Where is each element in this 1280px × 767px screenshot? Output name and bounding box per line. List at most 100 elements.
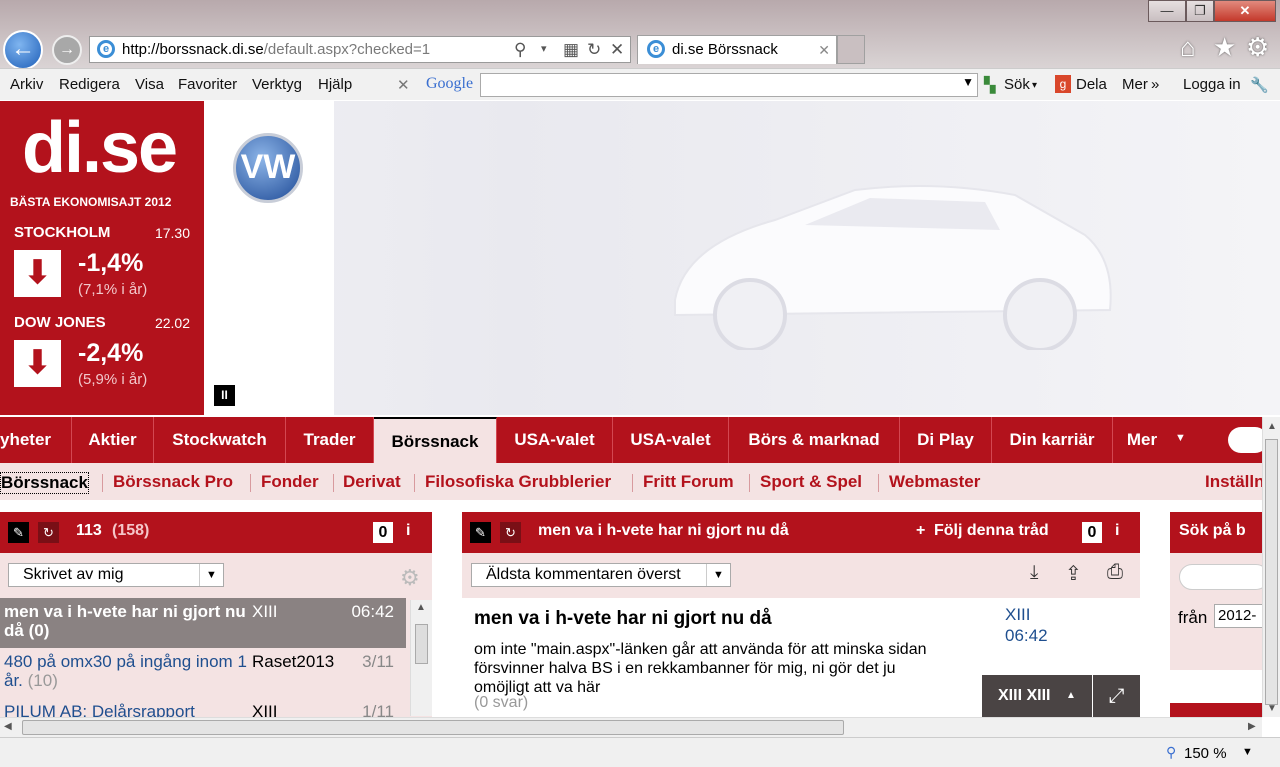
market-name: STOCKHOLM [14, 224, 111, 241]
subnav-fritt-forum[interactable]: Fritt Forum [643, 472, 734, 492]
url-path: /default.aspx?checked=1 [263, 41, 431, 58]
nav-mer-chevron-icon[interactable]: ▼ [1175, 432, 1186, 444]
nav-bors-marknad[interactable]: Börs & marknad [729, 417, 900, 463]
nav-stockwatch[interactable]: Stockwatch [154, 417, 286, 463]
pause-button[interactable]: II [214, 385, 235, 406]
post-author[interactable]: XIII [1005, 605, 1031, 625]
scroll-up-icon[interactable]: ▲ [416, 602, 426, 613]
scroll-up-icon[interactable]: ▲ [1267, 421, 1277, 432]
favorites-star-icon[interactable]: ★ [1213, 32, 1236, 63]
stop-icon[interactable]: ✕ [610, 37, 624, 62]
subnav-borssnack[interactable]: Börssnack [0, 472, 89, 494]
list-item[interactable]: men va i h-vete har ni gjort nu då (0) X… [0, 598, 406, 648]
more-button[interactable]: Mer [1122, 76, 1148, 93]
chevron-down-icon[interactable]: ▼ [962, 75, 974, 89]
user-menu-button[interactable]: XIII XIII ▲ [982, 675, 1092, 717]
sub-navigation: Börssnack Börssnack Pro Fonder Derivat F… [0, 463, 1265, 500]
chevron-down-icon[interactable]: ▼ [706, 564, 730, 586]
share-button[interactable]: Dela [1076, 76, 1107, 93]
vw-logo[interactable]: VW [233, 133, 303, 203]
nav-mer[interactable]: Mer [1113, 417, 1171, 463]
plus-icon[interactable]: + [916, 522, 925, 540]
search-input[interactable] [1179, 564, 1262, 590]
nav-din-karriar[interactable]: Din karriär [992, 417, 1113, 463]
subnav-sport-spel[interactable]: Sport & Spel [760, 472, 862, 492]
gear-icon[interactable]: ⚙ [1246, 32, 1269, 63]
download-icon[interactable]: ⤓ [1030, 562, 1038, 584]
subnav-fonder[interactable]: Fonder [261, 472, 319, 492]
close-window-button[interactable]: ✕ [1214, 0, 1276, 22]
nav-trader[interactable]: Trader [286, 417, 374, 463]
new-tab-button[interactable] [837, 35, 865, 64]
menu-favoriter[interactable]: Favoriter [178, 76, 237, 93]
compatibility-icon[interactable]: ▦ [563, 37, 579, 62]
subnav-borssnack-pro[interactable]: Börssnack Pro [113, 472, 233, 492]
from-date-input[interactable]: 2012- [1214, 604, 1262, 628]
list-item[interactable]: 480 på omx30 på ingång inom 1 år. (10) R… [0, 648, 406, 698]
search-icon[interactable]: ⚲ [514, 37, 526, 62]
scroll-thumb[interactable] [415, 624, 428, 664]
settings-link[interactable]: Inställn [1205, 472, 1265, 492]
scroll-thumb[interactable] [22, 720, 844, 735]
nav-usa-valet-2[interactable]: USA-valet [613, 417, 729, 463]
refresh-icon[interactable]: ↻ [38, 522, 59, 543]
subnav-filosofiska[interactable]: Filosofiska Grubblerier [425, 472, 611, 492]
nav-di-play[interactable]: Di Play [900, 417, 992, 463]
menu-redigera[interactable]: Redigera [59, 76, 120, 93]
scroll-down-icon[interactable]: ▼ [1267, 703, 1277, 714]
page-horizontal-scrollbar[interactable]: ◀ ▶ [0, 717, 1262, 737]
menu-visa[interactable]: Visa [135, 76, 164, 93]
chevron-down-icon[interactable]: ▼ [199, 564, 223, 586]
list-item[interactable]: PILUM AB: Delårsrapport XIII 1/11 [0, 698, 406, 717]
market-change: -2,4% [78, 339, 144, 367]
share-icon[interactable]: ⇪ [1065, 561, 1082, 586]
back-button[interactable]: ← [3, 30, 43, 70]
login-button[interactable]: Logga in [1183, 76, 1241, 93]
di-ticker-panel[interactable]: di.se BÄSTA EKONOMISAJT 2012 STOCKHOLM 1… [0, 101, 204, 415]
pencil-icon[interactable]: ✎ [470, 522, 491, 543]
home-icon[interactable]: ⌂ [1180, 32, 1196, 63]
divider [250, 474, 251, 492]
browser-tab[interactable]: e di.se Börssnack ✕ [637, 35, 837, 64]
forward-button[interactable]: → [52, 35, 82, 65]
search-button[interactable]: Sök [1004, 76, 1030, 93]
address-bar[interactable]: e http://borssnack.di.se/default.aspx?ch… [89, 36, 631, 63]
nav-borssnack[interactable]: Börssnack [374, 417, 497, 463]
google-search-input[interactable]: ▼ [480, 73, 978, 97]
info-icon[interactable]: i [1115, 522, 1119, 540]
maximize-button[interactable]: ❐ [1186, 0, 1214, 22]
scroll-right-icon[interactable]: ▶ [1248, 721, 1256, 732]
thread-list-scrollbar[interactable]: ▲ [410, 600, 432, 716]
subnav-webmaster[interactable]: Webmaster [889, 472, 980, 492]
wrench-icon[interactable]: 🔧 [1250, 76, 1269, 94]
close-toolbar-icon[interactable]: ✕ [397, 76, 410, 94]
nav-usa-valet[interactable]: USA-valet [497, 417, 613, 463]
pencil-icon[interactable]: ✎ [8, 522, 29, 543]
menu-arkiv[interactable]: Arkiv [10, 76, 43, 93]
refresh-icon[interactable]: ↻ [587, 37, 601, 62]
menu-verktyg[interactable]: Verktyg [252, 76, 302, 93]
scroll-thumb[interactable] [1265, 439, 1278, 705]
expand-icon[interactable]: ⤢ [1093, 675, 1140, 717]
gear-icon[interactable]: ⚙ [400, 565, 420, 591]
minimize-button[interactable]: — [1148, 0, 1186, 22]
menu-hjalp[interactable]: Hjälp [318, 76, 352, 93]
search-dropdown-icon[interactable]: ▾ [541, 37, 547, 62]
nav-aktier[interactable]: Aktier [72, 417, 154, 463]
thread-author: XIII [252, 702, 278, 717]
print-icon[interactable]: ⎙ [1107, 561, 1123, 584]
nav-nyheter[interactable]: yheter [0, 417, 72, 463]
zoom-level[interactable]: 150 % [1184, 745, 1227, 762]
subnav-derivat[interactable]: Derivat [343, 472, 401, 492]
info-icon[interactable]: i [406, 522, 410, 540]
search-caret-icon[interactable]: ▾ [1032, 80, 1037, 91]
from-date-value: 2012- [1218, 607, 1257, 624]
zoom-dropdown-icon[interactable]: ▼ [1242, 746, 1253, 758]
scroll-left-icon[interactable]: ◀ [4, 721, 12, 732]
page-vertical-scrollbar[interactable]: ▲ ▼ [1262, 417, 1280, 717]
refresh-icon[interactable]: ↻ [500, 522, 521, 543]
follow-thread-link[interactable]: Följ denna tråd [934, 522, 1049, 540]
thread-filter-select[interactable]: Skrivet av mig ▼ [8, 563, 224, 587]
tab-close-icon[interactable]: ✕ [818, 36, 830, 64]
sort-select[interactable]: Äldsta kommentaren överst ▼ [471, 563, 731, 587]
